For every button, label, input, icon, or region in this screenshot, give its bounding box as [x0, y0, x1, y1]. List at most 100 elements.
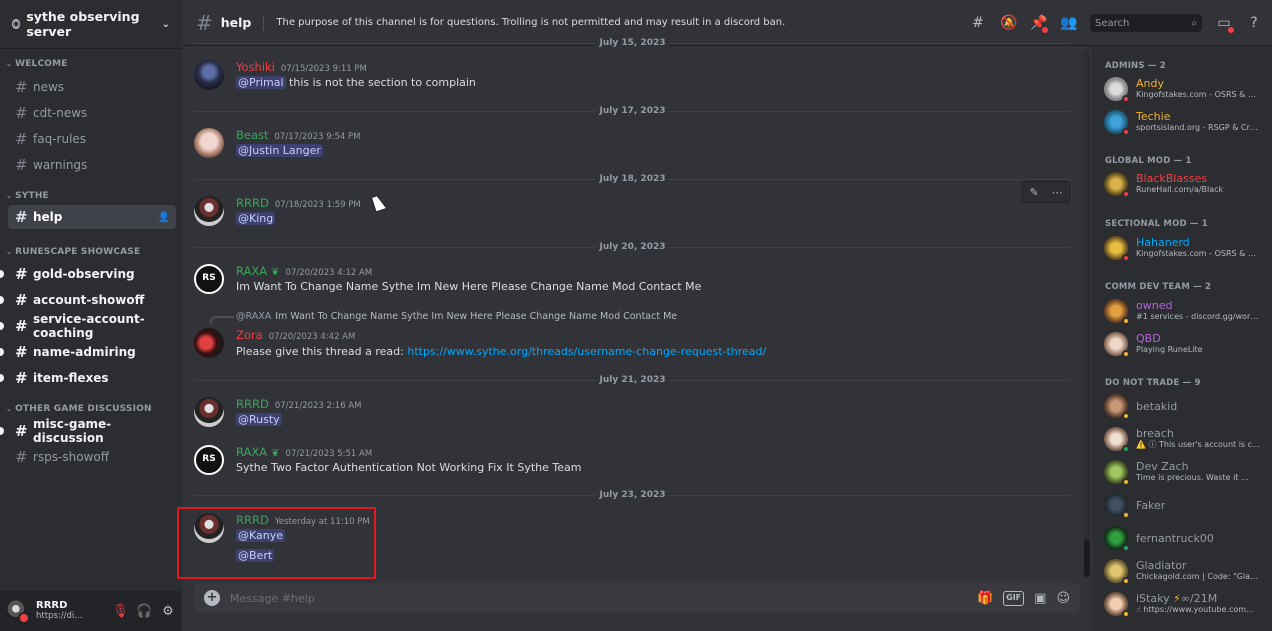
author-avatar[interactable] [194, 60, 224, 90]
user-panel: RRRD https://di... 🎙 🎧 ⚙ [0, 591, 182, 631]
reply-preview[interactable]: @RAXA Im Want To Change Name Sythe Im New… [236, 311, 677, 322]
author-name[interactable]: Yoshiki [236, 60, 275, 74]
author-avatar[interactable] [194, 264, 224, 294]
help-icon[interactable]: ? [1246, 15, 1262, 31]
scrollbar-thumb[interactable] [1084, 540, 1090, 577]
member-avatar [1104, 493, 1130, 519]
search-box[interactable]: Search ⌕ [1090, 14, 1202, 32]
add-attachment-icon[interactable]: + [204, 590, 220, 606]
channel-cdt-news[interactable]: # cdt-news [8, 101, 176, 125]
reply-spine [210, 316, 234, 324]
member-item[interactable]: Dev Zach Time is precious. Waste it ... [1104, 457, 1266, 487]
role-emoji-icon: ❦ [271, 267, 280, 278]
user-mention[interactable]: @King [236, 212, 276, 225]
edit-pencil-icon[interactable]: ✎ [1029, 186, 1038, 199]
search-placeholder: Search [1095, 17, 1130, 29]
channel-account-showoff[interactable]: # account-showoff [0, 288, 176, 312]
server-header[interactable]: ◉ sythe observing server ⌄ [0, 0, 182, 48]
emoji-icon[interactable]: ☺ [1056, 591, 1070, 606]
channel-topic[interactable]: The purpose of this channel is for quest… [276, 17, 785, 28]
mute-microphone-icon[interactable]: 🎙 [112, 604, 129, 619]
member-item[interactable]: breach ⚠️ ⓘ This user's account is c... [1104, 424, 1266, 454]
author-avatar[interactable] [194, 397, 224, 427]
search-icon: ⌕ [1191, 17, 1197, 29]
channel-faq-rules[interactable]: # faq-rules [8, 127, 176, 151]
message-list[interactable]: July 15, 2023 Yoshiki 07/15/2023 9:11 PM … [182, 36, 1084, 581]
author-name[interactable]: RRRD [236, 397, 269, 411]
member-item[interactable]: BlackBlasses RuneHall.com/a/Black [1104, 169, 1266, 199]
channel-name-admiring[interactable]: # name-admiring [0, 340, 176, 364]
author-avatar[interactable] [194, 328, 224, 358]
message-content: Please give this thread a read: https://… [236, 345, 767, 358]
hash-icon: # [15, 104, 28, 122]
member-item[interactable]: iStaky ⚡∞/21M ☝ https://www.youtube.com..… [1104, 589, 1266, 619]
caret-icon: ⌄ [6, 192, 13, 200]
pinned-messages-icon[interactable]: 📌 [1030, 15, 1048, 33]
member-item[interactable]: Gladiator Chickagold.com | Code: "Gladi..… [1104, 556, 1266, 586]
hash-icon: # [15, 291, 28, 309]
member-item[interactable]: fernantruck00 [1104, 523, 1266, 553]
author-name[interactable]: Zora [236, 328, 263, 342]
inbox-icon[interactable]: ▭ [1216, 15, 1234, 33]
member-item[interactable]: Faker [1104, 490, 1266, 520]
channel-service-account-coaching[interactable]: # service-account-coaching [0, 312, 176, 340]
chevron-down-icon[interactable]: ⌄ [162, 19, 170, 30]
channel-misc-game-discussion[interactable]: # misc-game-discussion [0, 417, 176, 445]
add-member-icon[interactable]: 👤 [158, 212, 170, 223]
user-mention[interactable]: @Justin Langer [236, 144, 323, 157]
role-emoji-icon: ❦ [271, 448, 280, 459]
author-avatar[interactable] [194, 128, 224, 158]
member-item[interactable]: Andy Kingofstakes.com - OSRS & R... [1104, 74, 1266, 104]
thread-link[interactable]: https://www.sythe.org/threads/username-c… [407, 345, 766, 358]
member-item[interactable]: Hahanerd Kingofstakes.com - OSRS & R... [1104, 233, 1266, 263]
author-name[interactable]: RAXA [236, 264, 267, 278]
threads-icon[interactable]: # [970, 15, 986, 31]
user-info[interactable]: RRRD https://di... [36, 600, 82, 622]
member-item[interactable]: owned #1 services - discord.gg/wort... [1104, 296, 1266, 326]
author-avatar[interactable] [194, 196, 224, 226]
author-avatar[interactable] [194, 445, 224, 475]
more-options-icon[interactable]: ⋯ [1052, 186, 1063, 199]
message-item[interactable]: @RAXA Im Want To Change Name Sythe Im New… [194, 311, 1071, 360]
category-other-game-discussion[interactable]: ⌄ OTHER GAME DISCUSSION [0, 402, 182, 416]
channel-warnings[interactable]: # warnings [8, 153, 176, 177]
author-name[interactable]: RRRD [236, 196, 269, 210]
user-mention[interactable]: @Rusty [236, 413, 282, 426]
notification-bell-muted-icon[interactable]: 🔕 [1000, 15, 1017, 31]
hash-icon: # [15, 208, 28, 226]
channel-gold-observing[interactable]: # gold-observing [0, 262, 176, 286]
channel-item-flexes[interactable]: # item-flexes [0, 366, 176, 390]
category-runescape-showcase[interactable]: ⌄ RUNESCAPE SHOWCASE [0, 245, 182, 259]
member-list-icon[interactable]: 👥 [1060, 15, 1077, 31]
member-status: Playing RuneLite [1136, 345, 1203, 354]
member-item[interactable]: QBD Playing RuneLite [1104, 329, 1266, 359]
message-input[interactable] [230, 591, 977, 605]
member-item[interactable]: betakid [1104, 391, 1266, 421]
author-name[interactable]: Beast [236, 128, 269, 142]
channel-news[interactable]: # news [8, 75, 176, 99]
gif-icon[interactable]: GIF [1003, 590, 1025, 606]
caret-icon: ⌄ [6, 60, 13, 68]
category-sythe[interactable]: ⌄ SYTHE [0, 189, 182, 203]
hash-icon: # [196, 10, 213, 35]
timestamp: 07/15/2023 9:11 PM [280, 64, 367, 74]
member-avatar [1104, 559, 1130, 585]
user-mention[interactable]: @Primal [236, 76, 286, 89]
user-avatar[interactable] [6, 600, 30, 624]
message-content: Im Want To Change Name Sythe Im New Here… [236, 280, 702, 293]
channel-rsps-showoff[interactable]: # rsps-showoff [8, 445, 176, 469]
member-item[interactable]: Techie sportsisland.org - RSGP & Cry... [1104, 107, 1266, 137]
sticker-icon[interactable]: ▣ [1034, 591, 1046, 606]
category-welcome[interactable]: ⌄ WELCOME [0, 57, 182, 71]
pin-badge [1042, 27, 1048, 33]
settings-gear-icon[interactable]: ⚙ [160, 604, 176, 619]
gift-icon[interactable]: 🎁 [977, 591, 993, 606]
member-status: Kingofstakes.com - OSRS & R... [1136, 90, 1260, 99]
channel-help[interactable]: # help 👤 [8, 205, 176, 229]
message-composer: + 🎁 GIF ▣ ☺ [194, 583, 1080, 613]
message-actions-toolbar: ✎ ⋯ [1022, 181, 1070, 203]
hash-icon: # [15, 317, 28, 335]
author-name[interactable]: RAXA [236, 445, 267, 459]
chat-scrollbar[interactable] [1084, 50, 1090, 577]
headphones-icon[interactable]: 🎧 [136, 604, 152, 619]
